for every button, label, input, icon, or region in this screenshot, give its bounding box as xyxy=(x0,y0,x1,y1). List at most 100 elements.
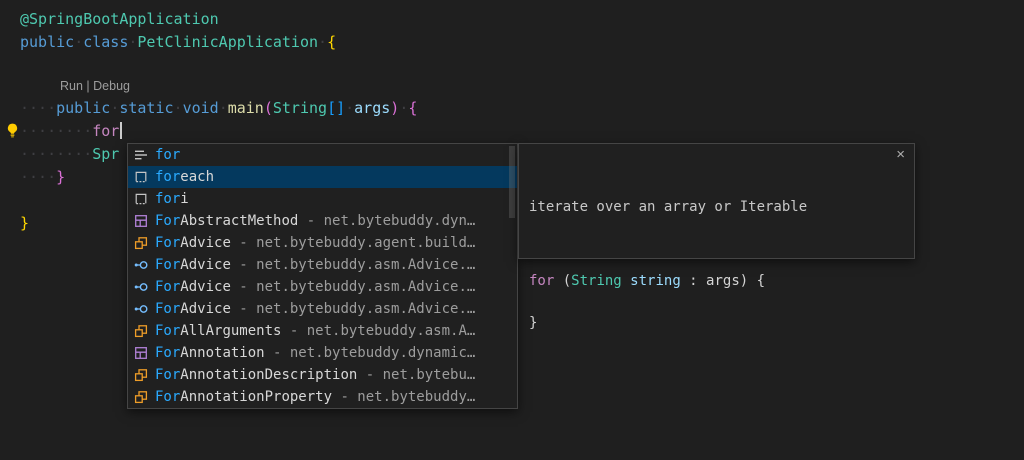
suggest-item[interactable]: ForAdvice - net.bytebuddy.asm.Advice.… xyxy=(128,298,517,320)
code-line[interactable]: ········for xyxy=(20,120,417,143)
suggest-item[interactable]: ForAdvice - net.bytebuddy.asm.Advice.… xyxy=(128,276,517,298)
code-token: String xyxy=(273,99,327,117)
suggest-label-match: For xyxy=(155,213,180,229)
code-token: PetClinicApplication xyxy=(137,33,318,51)
code-token: ···· xyxy=(20,99,56,117)
suggest-scrollbar[interactable] xyxy=(507,144,517,408)
class-icon xyxy=(133,323,149,339)
code-token: static xyxy=(119,99,173,117)
suggest-item[interactable]: ForAnnotation - net.bytebuddy.dynamic… xyxy=(128,342,517,364)
docs-code-line: } xyxy=(529,313,904,334)
suggest-label: i xyxy=(180,191,188,207)
code-token: ) { xyxy=(740,273,765,289)
suggest-item[interactable]: ForAnnotationProperty - net.bytebuddy… xyxy=(128,386,517,408)
suggest-label: AnnotationProperty xyxy=(180,389,332,405)
suggest-label-match: For xyxy=(155,389,180,405)
suggest-label-match: for xyxy=(155,191,180,207)
snippet-icon xyxy=(133,169,149,185)
code-token: : xyxy=(681,273,706,289)
code-token: args xyxy=(706,273,740,289)
code-token: { xyxy=(408,99,417,117)
method-icon xyxy=(133,213,149,229)
code-token: string xyxy=(630,273,681,289)
suggest-label-match: For xyxy=(155,345,180,361)
suggest-label-match: For xyxy=(155,301,180,317)
code-token: ( xyxy=(554,273,571,289)
lightbulb-icon[interactable] xyxy=(4,122,21,139)
suggest-label-match: For xyxy=(155,279,180,295)
code-token: void xyxy=(183,99,219,117)
code-token: · xyxy=(219,99,228,117)
suggest-detail: - net.bytebuddy… xyxy=(332,389,475,405)
code-line[interactable]: public·class·PetClinicApplication·{ xyxy=(20,31,417,54)
code-token: class xyxy=(83,33,128,51)
codelens-run-link[interactable]: Run xyxy=(60,79,83,93)
code-token: Spr xyxy=(92,145,119,163)
code-token: @SpringBootApplication xyxy=(20,10,219,28)
codelens-debug-link[interactable]: Debug xyxy=(93,79,130,93)
class-icon xyxy=(133,389,149,405)
code-token xyxy=(622,273,630,289)
suggest-detail: - net.bytebuddy.asm.Advice.… xyxy=(231,301,475,317)
code-token: · xyxy=(345,99,354,117)
suggest-item[interactable]: ForAbstractMethod - net.bytebuddy.dyn… xyxy=(128,210,517,232)
code-token: ········ xyxy=(20,122,92,140)
suggest-label: AbstractMethod xyxy=(180,213,298,229)
codelens-separator: | xyxy=(83,79,93,93)
code-token: } xyxy=(56,168,65,186)
code-token: · xyxy=(399,99,408,117)
suggest-label-match: For xyxy=(155,323,180,339)
suggest-item[interactable]: foreach xyxy=(128,166,517,188)
code-token: public xyxy=(56,99,110,117)
suggest-detail: - net.bytebuddy.dynamic… xyxy=(265,345,476,361)
code-token: ········ xyxy=(20,145,92,163)
suggest-label: Advice xyxy=(180,257,231,273)
suggest-label: AnnotationDescription xyxy=(180,367,357,383)
code-token: } xyxy=(20,214,29,232)
docs-code-line: for (String string : args) { xyxy=(529,271,904,292)
suggest-docs-code: for (String string : args) {} xyxy=(529,250,904,334)
suggest-docs-panel: × iterate over an array or Iterable for … xyxy=(518,143,915,259)
scrollbar-thumb[interactable] xyxy=(509,146,515,218)
code-token: main xyxy=(228,99,264,117)
docs-code-line xyxy=(529,250,904,271)
close-icon[interactable]: × xyxy=(896,147,905,162)
code-token: · xyxy=(110,99,119,117)
suggest-label: each xyxy=(180,169,214,185)
suggest-label-match: For xyxy=(155,367,180,383)
code-token: · xyxy=(74,33,83,51)
suggest-label: Advice xyxy=(180,279,231,295)
code-editor[interactable]: @SpringBootApplicationpublic·class·PetCl… xyxy=(0,0,1024,460)
code-line[interactable] xyxy=(20,54,417,77)
code-line[interactable]: @SpringBootApplication xyxy=(20,8,417,31)
suggest-item[interactable]: ForAnnotationDescription - net.bytebu… xyxy=(128,364,517,386)
suggest-label: Advice xyxy=(180,235,231,251)
code-token: args xyxy=(354,99,390,117)
suggest-detail: - net.bytebuddy.asm.A… xyxy=(281,323,475,339)
suggest-detail: - net.bytebu… xyxy=(357,367,475,383)
suggest-docs-summary: iterate over an array or Iterable xyxy=(529,197,904,218)
codelens: Run | Debug xyxy=(20,77,417,97)
text-cursor xyxy=(120,122,122,139)
code-token: · xyxy=(174,99,183,117)
snippet-icon xyxy=(133,191,149,207)
suggest-label-match: for xyxy=(155,147,180,163)
keyword-icon xyxy=(133,147,149,163)
suggest-item[interactable]: ForAdvice - net.bytebuddy.agent.build… xyxy=(128,232,517,254)
code-token: [] xyxy=(327,99,345,117)
code-line[interactable]: ····public·static·void·main(String[]·arg… xyxy=(20,97,417,120)
suggest-label: Advice xyxy=(180,301,231,317)
interface-icon xyxy=(133,301,149,317)
suggest-item[interactable]: ForAllArguments - net.bytebuddy.asm.A… xyxy=(128,320,517,342)
suggest-label-match: for xyxy=(155,169,180,185)
suggest-label: AllArguments xyxy=(180,323,281,339)
suggest-detail: - net.bytebuddy.asm.Advice.… xyxy=(231,257,475,273)
suggest-item[interactable]: fori xyxy=(128,188,517,210)
suggest-detail: - net.bytebuddy.asm.Advice.… xyxy=(231,279,475,295)
suggest-item[interactable]: for xyxy=(128,144,517,166)
suggest-widget: forforeachforiForAbstractMethod - net.by… xyxy=(127,143,518,409)
suggest-item[interactable]: ForAdvice - net.bytebuddy.asm.Advice.… xyxy=(128,254,517,276)
code-token: ···· xyxy=(20,168,56,186)
code-token: · xyxy=(318,33,327,51)
suggest-detail: - net.bytebuddy.dyn… xyxy=(298,213,475,229)
